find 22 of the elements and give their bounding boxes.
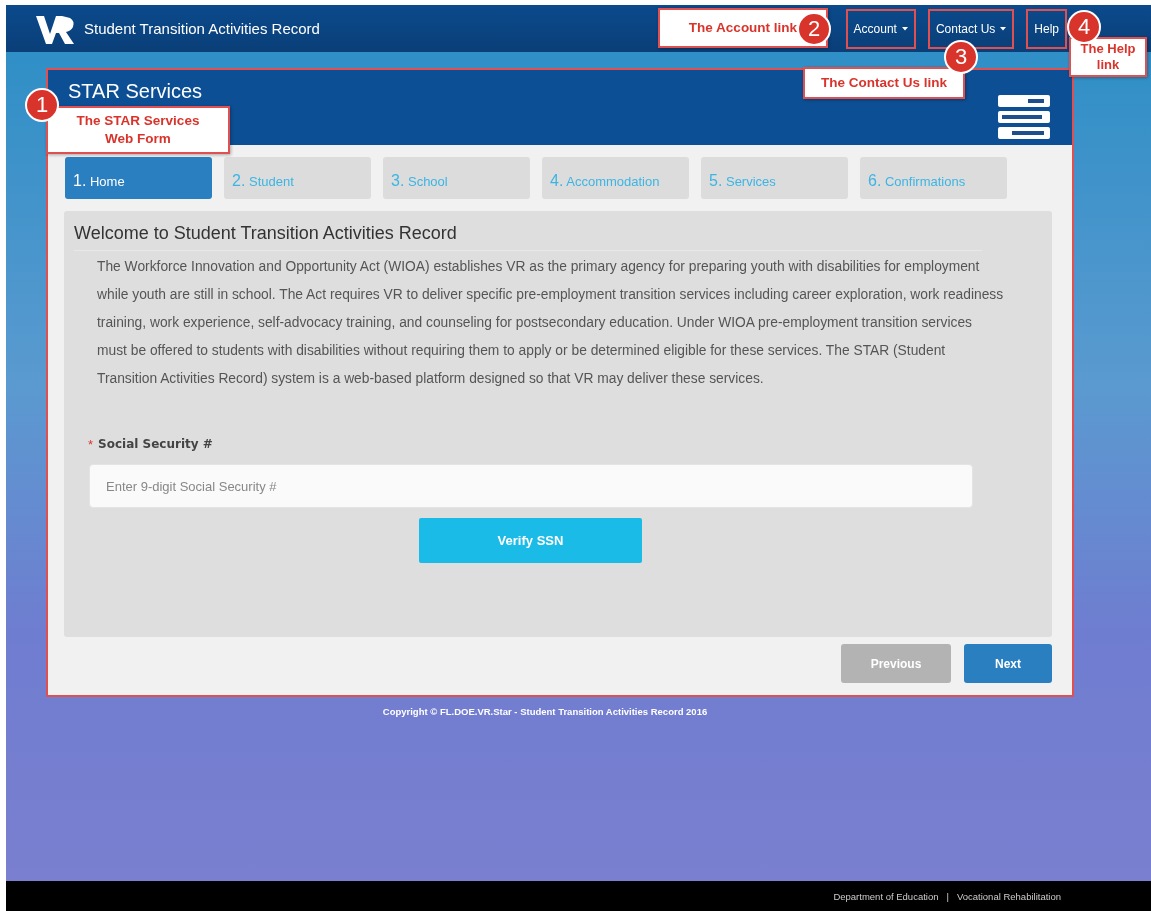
copyright-text: Copyright © FL.DOE.VR.Star - Student Transition Activities Record 2016 bbox=[381, 706, 709, 717]
nav-link[interactable]: Account bbox=[845, 8, 916, 49]
footer-link[interactable]: Vocational Rehabilitation bbox=[956, 890, 1061, 902]
separator: | bbox=[946, 890, 949, 902]
intro-paragraph: The Workforce Innovation and Opportunity Act (WIOA) establishes VR as the primary agency for preparing youth with disabilities for employment while youth are still in school. The Act requires VR to deliver specific pre-employment transition services including career exploration, work readiness training, work experience, self-advocacy training, and counseling for postsecondary education. Under WIOA pre-employment transition services must be offered to students with disabilities without requiring them to apply or be determined eligible for these services. The STAR (Student Transition Activities Record) system is a web-based platform designed so that VR may deliver these services. bbox=[96, 258, 1005, 388]
nav-link[interactable]: Help bbox=[1026, 8, 1067, 49]
pager-button[interactable]: Next bbox=[964, 644, 1052, 683]
required-mark: * bbox=[88, 437, 94, 452]
server-stack-icon bbox=[998, 95, 1050, 139]
ssn-input-field[interactable]: Enter 9-digit Social Security # bbox=[89, 464, 973, 508]
footer-link[interactable]: Department of Education bbox=[833, 890, 939, 902]
verify-ssn-button[interactable]: Verify SSN bbox=[419, 518, 642, 563]
step-tab[interactable]: 1. Home bbox=[65, 157, 212, 199]
callout-label: The STAR Services Web Form bbox=[46, 106, 230, 154]
app-title: Student Transition Activities Record bbox=[84, 20, 320, 37]
caret-icon bbox=[1000, 26, 1007, 31]
field-label: Social Security # bbox=[98, 437, 213, 452]
welcome-heading: Welcome to Student Transition Activities Record bbox=[74, 223, 982, 251]
callout-label: The Help link bbox=[1069, 37, 1147, 77]
caret-icon bbox=[901, 26, 908, 31]
callout-label: The Contact Us link bbox=[803, 67, 965, 99]
panel-title: STAR Services bbox=[68, 80, 203, 102]
